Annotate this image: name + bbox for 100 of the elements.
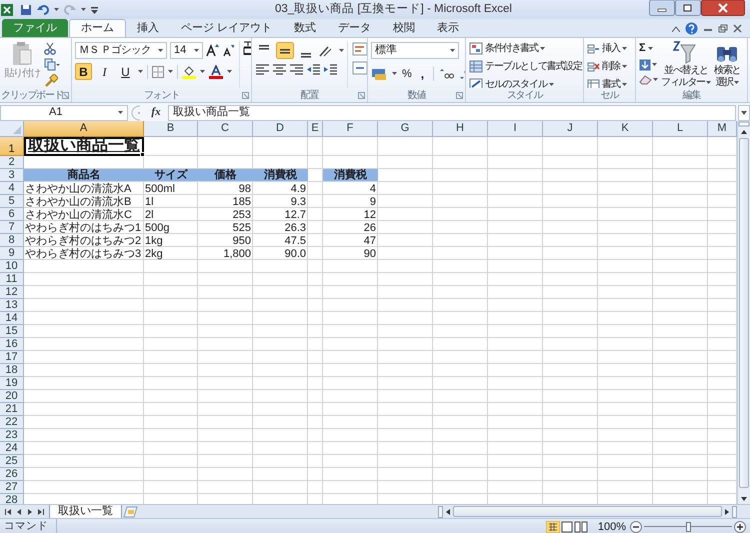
row-header[interactable]: 10 [0, 260, 24, 273]
split-handle-icon[interactable] [732, 506, 737, 518]
normal-view-icon[interactable] [546, 521, 560, 533]
insert-function-button[interactable]: fx [146, 104, 166, 121]
split-handle-icon[interactable] [738, 121, 750, 127]
row-header[interactable]: 5 [0, 195, 24, 208]
autosum-button[interactable]: Σ [639, 41, 658, 56]
row-header[interactable]: 2 [0, 156, 24, 169]
row-header[interactable]: 9 [0, 247, 24, 260]
format-cells-button[interactable]: 書式 [587, 77, 627, 88]
title-cell[interactable]: 取扱い商品一覧 [24, 137, 144, 156]
wrap-text-icon[interactable] [352, 42, 367, 56]
borders-icon[interactable] [152, 66, 164, 78]
row-header[interactable]: 3 [0, 169, 24, 182]
save-icon[interactable] [20, 4, 32, 16]
formula-field[interactable]: 取扱い商品一覧 [168, 104, 736, 120]
font-name-field[interactable]: ＭＳ Ｐゴシック [75, 42, 167, 59]
align-right-icon[interactable] [289, 63, 304, 75]
row-header[interactable]: 20 [0, 390, 24, 403]
column-header[interactable]: J [543, 121, 598, 137]
eraser-icon[interactable] [639, 74, 652, 85]
align-center-icon[interactable] [272, 63, 287, 75]
ribbon-tab[interactable]: ページ レイアウト [170, 19, 284, 37]
grow-font-icon[interactable] [206, 44, 219, 57]
find-select-button[interactable]: 検索と 選択 [714, 41, 740, 88]
row-header[interactable]: 16 [0, 338, 24, 351]
conditional-format-button[interactable]: 条件付き書式 [469, 41, 583, 56]
align-left-icon[interactable] [255, 63, 270, 75]
row-header[interactable]: 18 [0, 364, 24, 377]
file-tab[interactable]: ファイル [2, 19, 68, 37]
row-header[interactable]: 8 [0, 234, 24, 247]
number-format-field[interactable]: 標準 [371, 42, 459, 59]
ribbon-tab[interactable]: ホーム [69, 19, 126, 37]
row-header[interactable]: 23 [0, 429, 24, 442]
ribbon-tab[interactable]: 挿入 [126, 19, 170, 37]
column-header[interactable]: F [323, 121, 378, 137]
column-header[interactable]: H [433, 121, 488, 137]
ribbon-tab[interactable]: 数式 [283, 19, 328, 37]
row-header[interactable]: 21 [0, 403, 24, 416]
page-break-icon[interactable] [574, 521, 588, 533]
column-header[interactable]: B [144, 121, 198, 137]
row-header[interactable]: 24 [0, 442, 24, 455]
column-header[interactable]: K [598, 121, 653, 137]
excel-logo-icon[interactable] [0, 2, 14, 16]
next-sheet-icon[interactable] [26, 506, 34, 516]
sheet-tab[interactable]: 取扱い一覧 [49, 504, 122, 518]
zoom-in-icon[interactable] [734, 521, 746, 533]
middle-align-icon[interactable] [276, 42, 294, 59]
row-header[interactable]: 15 [0, 325, 24, 338]
decrease-indent-icon[interactable] [306, 63, 321, 75]
minimize-icon[interactable] [649, 0, 675, 16]
comma-button[interactable]: , [416, 65, 428, 83]
column-header[interactable]: I [488, 121, 543, 137]
column-header[interactable]: C [198, 121, 253, 137]
ribbon-tab[interactable]: 校閲 [382, 19, 426, 37]
last-sheet-icon[interactable] [37, 506, 45, 516]
scissors-icon[interactable] [44, 42, 56, 55]
row-header[interactable]: 6 [0, 208, 24, 221]
column-header[interactable]: L [653, 121, 708, 137]
undo-icon[interactable] [37, 4, 49, 16]
close-icon[interactable] [701, 0, 745, 16]
row-header[interactable]: 14 [0, 312, 24, 325]
row-header[interactable]: 17 [0, 351, 24, 364]
column-header[interactable]: M [708, 121, 737, 137]
format-as-table-button[interactable]: テーブルとして書式設定 [469, 59, 583, 74]
currency-icon[interactable] [371, 68, 387, 80]
merge-cells-icon[interactable] [352, 61, 367, 75]
row-header[interactable]: 28 [0, 494, 24, 504]
restore-icon[interactable] [675, 0, 701, 16]
copy-icon[interactable] [44, 58, 60, 71]
sort-filter-button[interactable]: 並べ替えと フィルター [661, 41, 712, 88]
row-header[interactable]: 11 [0, 273, 24, 286]
fill-handle[interactable] [140, 152, 145, 157]
first-sheet-icon[interactable] [4, 506, 12, 516]
customize-toolbar-icon[interactable] [91, 6, 98, 14]
split-handle-icon[interactable] [438, 506, 443, 518]
ribbon-tab[interactable]: 表示 [426, 19, 470, 37]
paintbrush-icon[interactable] [44, 74, 58, 87]
column-header[interactable]: A [24, 121, 144, 137]
row-header[interactable]: 27 [0, 481, 24, 494]
row-header[interactable]: 12 [0, 286, 24, 299]
bold-button[interactable]: B [75, 63, 92, 80]
help-icon[interactable] [685, 22, 698, 35]
font-size-field[interactable]: 14 [170, 42, 203, 59]
column-header[interactable]: E [308, 121, 323, 137]
increase-indent-icon[interactable] [323, 63, 338, 75]
zoom-out-icon[interactable] [630, 521, 642, 533]
name-box[interactable]: A1 [0, 104, 128, 120]
row-header[interactable]: 1 [0, 137, 24, 156]
row-header[interactable]: 26 [0, 468, 24, 481]
page-layout-icon[interactable] [560, 521, 574, 533]
expand-formula-icon[interactable] [738, 104, 750, 120]
percent-button[interactable]: % [402, 66, 412, 82]
row-header[interactable]: 7 [0, 221, 24, 234]
insert-cells-button[interactable]: 挿入 [587, 41, 627, 56]
italic-button[interactable]: I [96, 63, 113, 80]
zoom-slider-thumb[interactable] [686, 522, 691, 532]
row-header[interactable]: 4 [0, 182, 24, 195]
close-icon[interactable] [733, 24, 742, 33]
row-header[interactable]: 19 [0, 377, 24, 390]
